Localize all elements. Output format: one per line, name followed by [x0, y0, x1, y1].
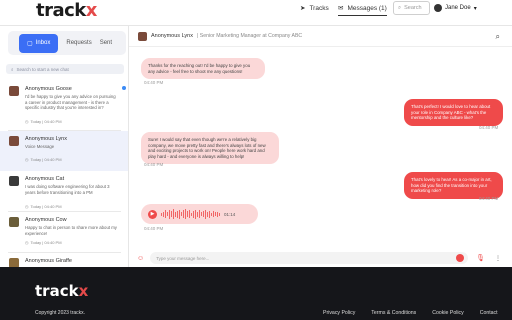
logo[interactable]: trackx	[36, 0, 97, 21]
avatar	[9, 86, 19, 96]
tab-inbox[interactable]: ▢ Inbox	[19, 33, 59, 53]
message-composer: ☺ Type your message here... 🎙 ⋮	[137, 251, 504, 265]
tab-requests[interactable]: Requests	[66, 40, 91, 46]
clock-icon: ◷	[25, 157, 29, 162]
tab-sent[interactable]: Sent	[100, 40, 112, 46]
message-time: 04:40 PM	[144, 80, 164, 85]
inbox-tabs: ▢ Inbox Requests Sent	[8, 31, 126, 55]
search-icon: ⌕	[398, 4, 402, 11]
footer-links: Privacy Policy Terms & Conditions Cookie…	[323, 310, 498, 316]
message-time: 04:40 PM	[144, 226, 164, 231]
microphone-icon[interactable]: 🎙	[476, 254, 485, 262]
search-icon[interactable]: ⌕	[496, 32, 500, 42]
conversation-item-selected[interactable]: Anonymous Lynx Voice Message ◷ Today | 04…	[0, 131, 128, 171]
avatar	[9, 217, 19, 227]
footer-logo[interactable]: trackx	[35, 282, 88, 300]
avatar	[434, 4, 442, 12]
more-icon[interactable]: ⋮	[495, 255, 501, 262]
play-icon: ▶	[150, 211, 155, 217]
search-icon: ⌕	[11, 66, 14, 72]
avatar	[9, 258, 19, 267]
mail-icon: ✉	[338, 5, 344, 12]
conversation-item[interactable]: Anonymous Goose I'd be happy to give you…	[0, 82, 128, 132]
voice-message[interactable]: ▶ 01:14	[141, 204, 258, 224]
clock-icon: ◷	[25, 240, 29, 245]
conversation-item[interactable]: Anonymous Cow Happy to chat in person to…	[0, 213, 128, 253]
footer-link-privacy[interactable]: Privacy Policy	[323, 310, 355, 316]
footer-link-contact[interactable]: Contact	[480, 310, 498, 316]
footer-link-cookie[interactable]: Cookie Policy	[432, 310, 463, 316]
conversation-item[interactable]: Anonymous Cat I was doing software engin…	[0, 172, 128, 212]
copyright: Copyright 2023 trackx.	[35, 310, 86, 316]
chat-icon: ▢	[27, 40, 33, 47]
play-button[interactable]: ▶	[148, 209, 157, 219]
top-bar: trackx ➤ Tracks ✉ Messages (1) ⌕ Search …	[0, 0, 512, 26]
nav-messages[interactable]: ✉ Messages (1)	[338, 4, 387, 16]
message-time: 04:40 PM	[479, 196, 499, 201]
avatar	[138, 31, 147, 41]
avatar	[9, 176, 19, 186]
conversation-search-input[interactable]: ⌕ Search to start a new chat	[6, 64, 124, 74]
footer: trackx Copyright 2023 trackx. Privacy Po…	[0, 267, 512, 320]
send-icon: ➤	[300, 5, 306, 12]
emoji-icon[interactable]: ☺	[137, 255, 144, 262]
divider	[8, 252, 121, 253]
message-time: 04:40 PM	[479, 125, 499, 130]
message-input[interactable]: Type your message here...	[150, 252, 469, 264]
chat-panel: Anonymous Lynx | Senior Marketing Manage…	[129, 26, 512, 267]
message-incoming: Sure! I would say that even though we're…	[141, 132, 279, 165]
user-menu[interactable]: Jane Doe ▾	[434, 4, 477, 12]
divider	[8, 211, 121, 212]
conversation-sidebar: ▢ Inbox Requests Sent ⌕ Search to start …	[0, 26, 129, 267]
chevron-down-icon: ▾	[473, 5, 477, 12]
clock-icon: ◷	[25, 204, 29, 209]
avatar	[9, 136, 19, 146]
search-input[interactable]: ⌕ Search	[393, 1, 430, 15]
footer-link-terms[interactable]: Terms & Conditions	[371, 310, 416, 316]
unread-dot	[122, 86, 126, 90]
message-time: 04:40 PM	[144, 162, 164, 167]
nav-tracks[interactable]: ➤ Tracks	[300, 4, 329, 13]
chat-header: Anonymous Lynx | Senior Marketing Manage…	[129, 26, 512, 47]
message-outgoing: That's perfect! I would love to hear abo…	[404, 99, 503, 126]
message-incoming: Thanks for the reaching out! I'd be happ…	[141, 58, 265, 80]
conversation-item[interactable]: Anonymous Giraffe	[0, 254, 128, 267]
message-outgoing: That's lovely to hear! As a co-major in …	[404, 172, 503, 199]
waveform	[161, 209, 220, 219]
clock-icon: ◷	[25, 119, 29, 124]
send-button[interactable]	[456, 254, 465, 262]
